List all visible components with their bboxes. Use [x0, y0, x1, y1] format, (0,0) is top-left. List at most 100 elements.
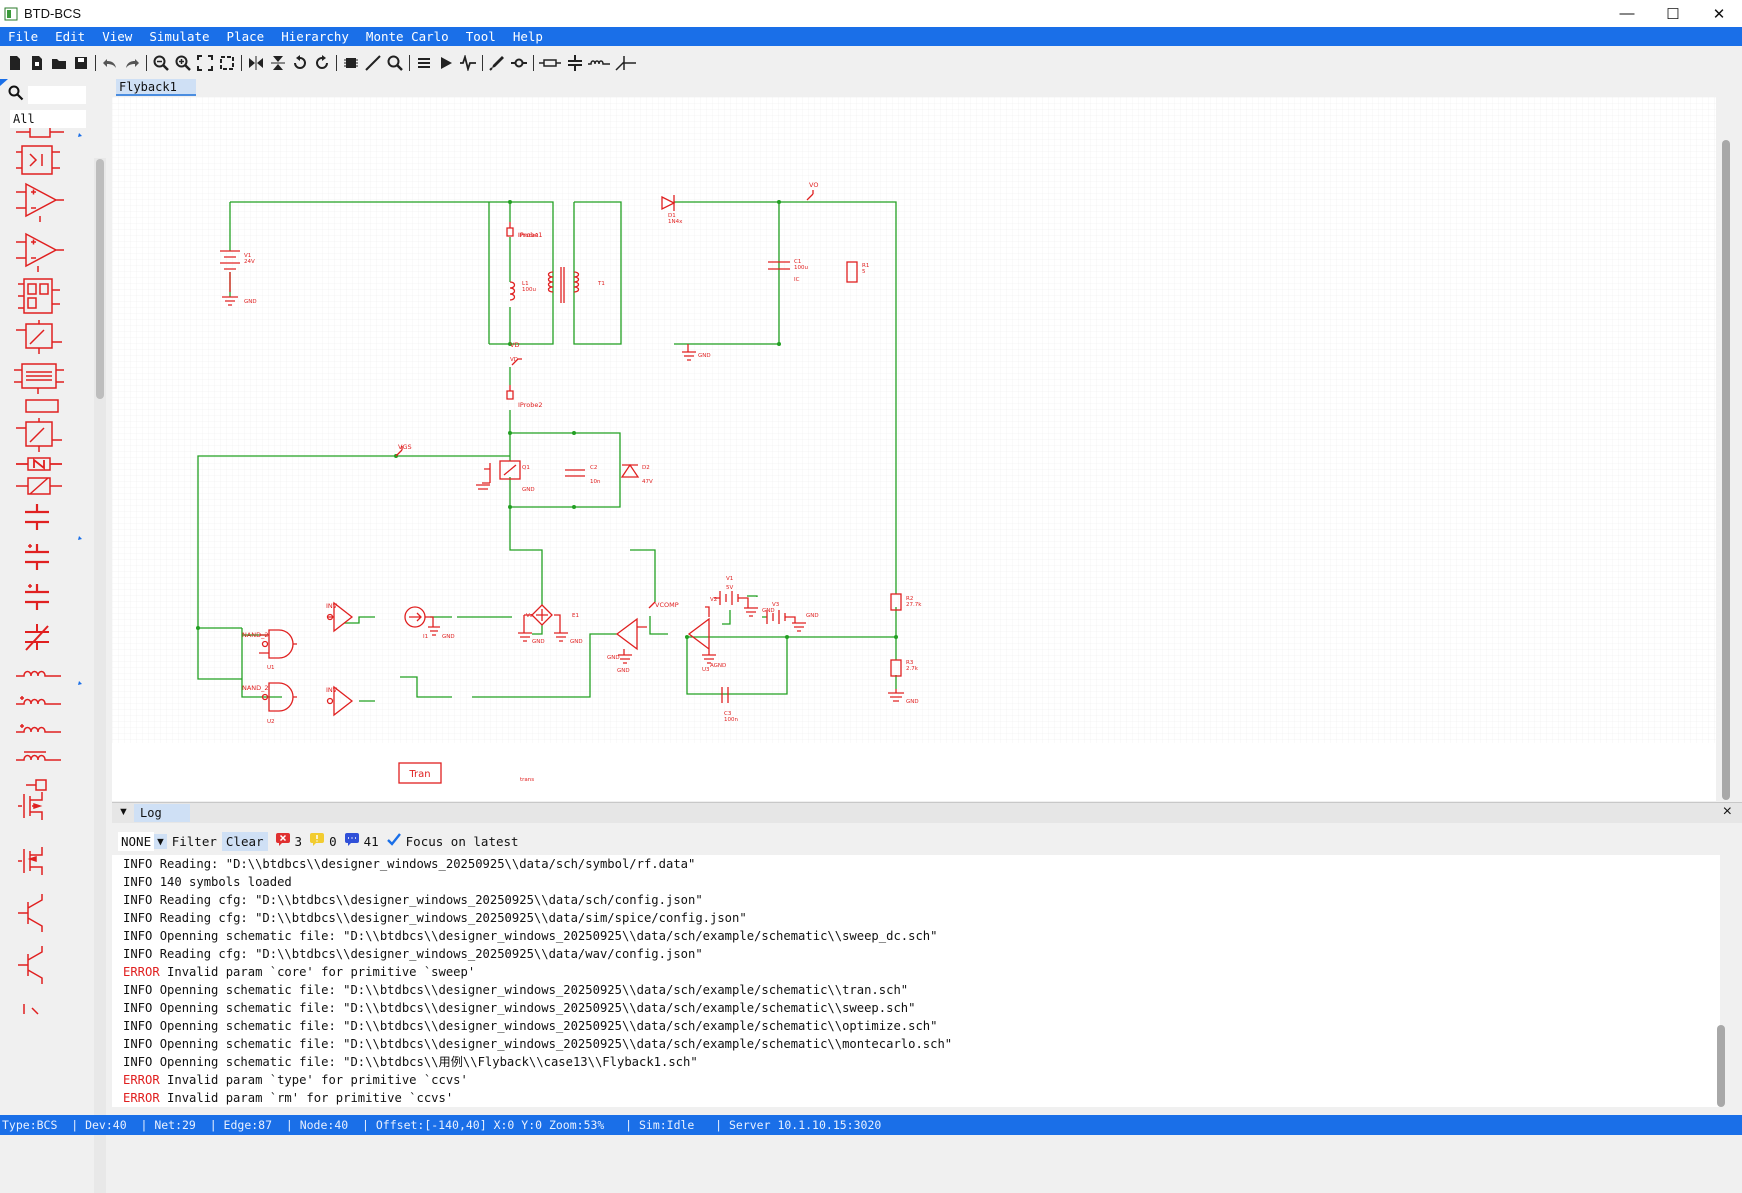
new-file-icon[interactable]: [4, 52, 25, 74]
palette-scrollbar[interactable]: [96, 159, 104, 399]
menu-hierarchy[interactable]: Hierarchy: [273, 29, 358, 44]
wire-icon[interactable]: [362, 52, 383, 74]
tab-log[interactable]: Log: [134, 804, 190, 822]
menu-place[interactable]: Place: [219, 29, 274, 44]
log-line: INFO Reading cfg: "D:\\btdbcs\\designer_…: [123, 893, 703, 907]
toolbar-separator: [409, 55, 410, 71]
warning-badge-icon[interactable]: [310, 833, 325, 849]
schematic-drawing[interactable]: V124VGND IProbe1L1100u T1D11N4x C1100uIC…: [112, 97, 1716, 801]
palette-capacitor-2[interactable]: [25, 584, 49, 610]
menu-tool[interactable]: Tool: [458, 29, 505, 44]
palette-transformer-block[interactable]: [14, 363, 64, 394]
svg-text:2.7k: 2.7k: [906, 666, 919, 672]
focus-on-latest-toggle[interactable]: Focus on latest: [406, 834, 519, 849]
zoom-in-icon[interactable]: [172, 52, 193, 74]
palette-tvs[interactable]: [16, 477, 62, 495]
palette-pmos[interactable]: [18, 847, 43, 875]
palette-optocoupler[interactable]: [16, 145, 60, 175]
warning-count: 0: [329, 833, 337, 849]
menu-edit[interactable]: Edit: [47, 29, 94, 44]
palette-switch[interactable]: [16, 320, 62, 354]
menu-view[interactable]: View: [94, 29, 141, 44]
palette-comparator[interactable]: [16, 232, 64, 272]
capacitor-icon[interactable]: [564, 52, 585, 74]
waveform-icon[interactable]: [457, 52, 478, 74]
search-icon[interactable]: [384, 52, 405, 74]
svg-text:V1: V1: [726, 576, 733, 582]
canvas-scrollbar[interactable]: [1722, 140, 1730, 800]
palette-inductor-core[interactable]: [16, 724, 61, 733]
palette-port[interactable]: [26, 779, 47, 791]
resistor-icon[interactable]: [537, 52, 563, 74]
redo-icon[interactable]: [121, 52, 142, 74]
inductor-icon[interactable]: [586, 52, 612, 74]
filter-label[interactable]: Filter: [172, 834, 217, 849]
palette-pnp[interactable]: [18, 946, 43, 984]
run-icon[interactable]: [435, 52, 456, 74]
palette-capacitor-variable[interactable]: [25, 624, 49, 651]
svg-text:27.7k: 27.7k: [906, 602, 922, 608]
zoom-out-icon[interactable]: [150, 52, 171, 74]
palette-inductor-saturable[interactable]: [16, 751, 61, 761]
probe-icon[interactable]: [486, 52, 507, 74]
expand-marker-icon: [78, 536, 82, 540]
fit-icon[interactable]: [194, 52, 215, 74]
open-folder-icon[interactable]: [48, 52, 69, 74]
log-level-select[interactable]: NONE: [118, 831, 155, 851]
flip-horizontal-icon[interactable]: [245, 52, 266, 74]
clear-button[interactable]: Clear: [221, 831, 268, 851]
palette-block[interactable]: [25, 399, 59, 413]
fullscreen-icon[interactable]: [216, 52, 237, 74]
dropdown-arrow-icon[interactable]: ▼: [154, 833, 167, 849]
svg-text:GND: GND: [906, 699, 919, 705]
label-inv2: INV: [326, 686, 338, 694]
svg-text:GND: GND: [570, 639, 583, 645]
component-symbols[interactable]: [10, 124, 90, 1124]
svg-text:GND: GND: [762, 608, 775, 614]
schematic-canvas[interactable]: V1 24V GND IProbe1 L1 100u T1 D1 1N4x C1 100u IC…: [112, 97, 1716, 801]
title-bar: BTD-BCS — ☐ ✕: [0, 0, 1742, 27]
palette-mosfet-n[interactable]: [16, 457, 62, 471]
info-count: 41: [363, 833, 379, 849]
checkmark-icon[interactable]: [386, 833, 401, 849]
collapse-arrow-icon[interactable]: ▼: [118, 806, 129, 818]
palette-capacitor[interactable]: [25, 504, 49, 530]
palette-capacitor-polar[interactable]: [25, 544, 49, 570]
close-button[interactable]: ✕: [1696, 0, 1742, 27]
palette-diode-partial[interactable]: [23, 1004, 39, 1015]
palette-nmos[interactable]: [18, 792, 43, 820]
rotate-right-icon[interactable]: [311, 52, 332, 74]
maximize-button[interactable]: ☐: [1650, 0, 1696, 27]
pin-icon[interactable]: [508, 52, 529, 74]
new-schematic-icon[interactable]: [26, 52, 47, 74]
ground-icon[interactable]: [613, 52, 639, 74]
palette-search-input[interactable]: [28, 86, 86, 104]
minimize-button[interactable]: —: [1604, 0, 1650, 27]
palette-switch-2[interactable]: [16, 418, 62, 452]
menu-monte-carlo[interactable]: Monte Carlo: [358, 29, 458, 44]
menu-file[interactable]: File: [0, 29, 47, 44]
expand-marker-icon: [78, 133, 82, 137]
rotate-left-icon[interactable]: [289, 52, 310, 74]
palette-opamp[interactable]: [16, 182, 64, 222]
tab-flyback1[interactable]: Flyback1: [116, 79, 196, 96]
palette-npn[interactable]: [18, 894, 43, 932]
palette-inductor[interactable]: [16, 670, 61, 677]
palette-inductor-coupled[interactable]: [16, 696, 61, 705]
flip-vertical-icon[interactable]: [267, 52, 288, 74]
error-badge-icon[interactable]: [275, 833, 290, 849]
close-log-icon[interactable]: ×: [1723, 803, 1732, 821]
menu-simulate[interactable]: Simulate: [141, 29, 218, 44]
palette-controller-ic[interactable]: [18, 278, 60, 314]
menu-help[interactable]: Help: [505, 29, 552, 44]
save-icon[interactable]: [70, 52, 91, 74]
palette-resistor[interactable]: [16, 126, 64, 138]
chip-icon[interactable]: [340, 52, 361, 74]
palette-category-select[interactable]: All: [10, 110, 86, 128]
window-title: BTD-BCS: [24, 6, 82, 21]
info-badge-icon[interactable]: [344, 833, 359, 849]
list-icon[interactable]: [413, 52, 434, 74]
tran-analysis-block[interactable]: Tran: [398, 762, 442, 784]
log-scrollbar[interactable]: [1717, 1025, 1725, 1107]
undo-icon[interactable]: [99, 52, 120, 74]
